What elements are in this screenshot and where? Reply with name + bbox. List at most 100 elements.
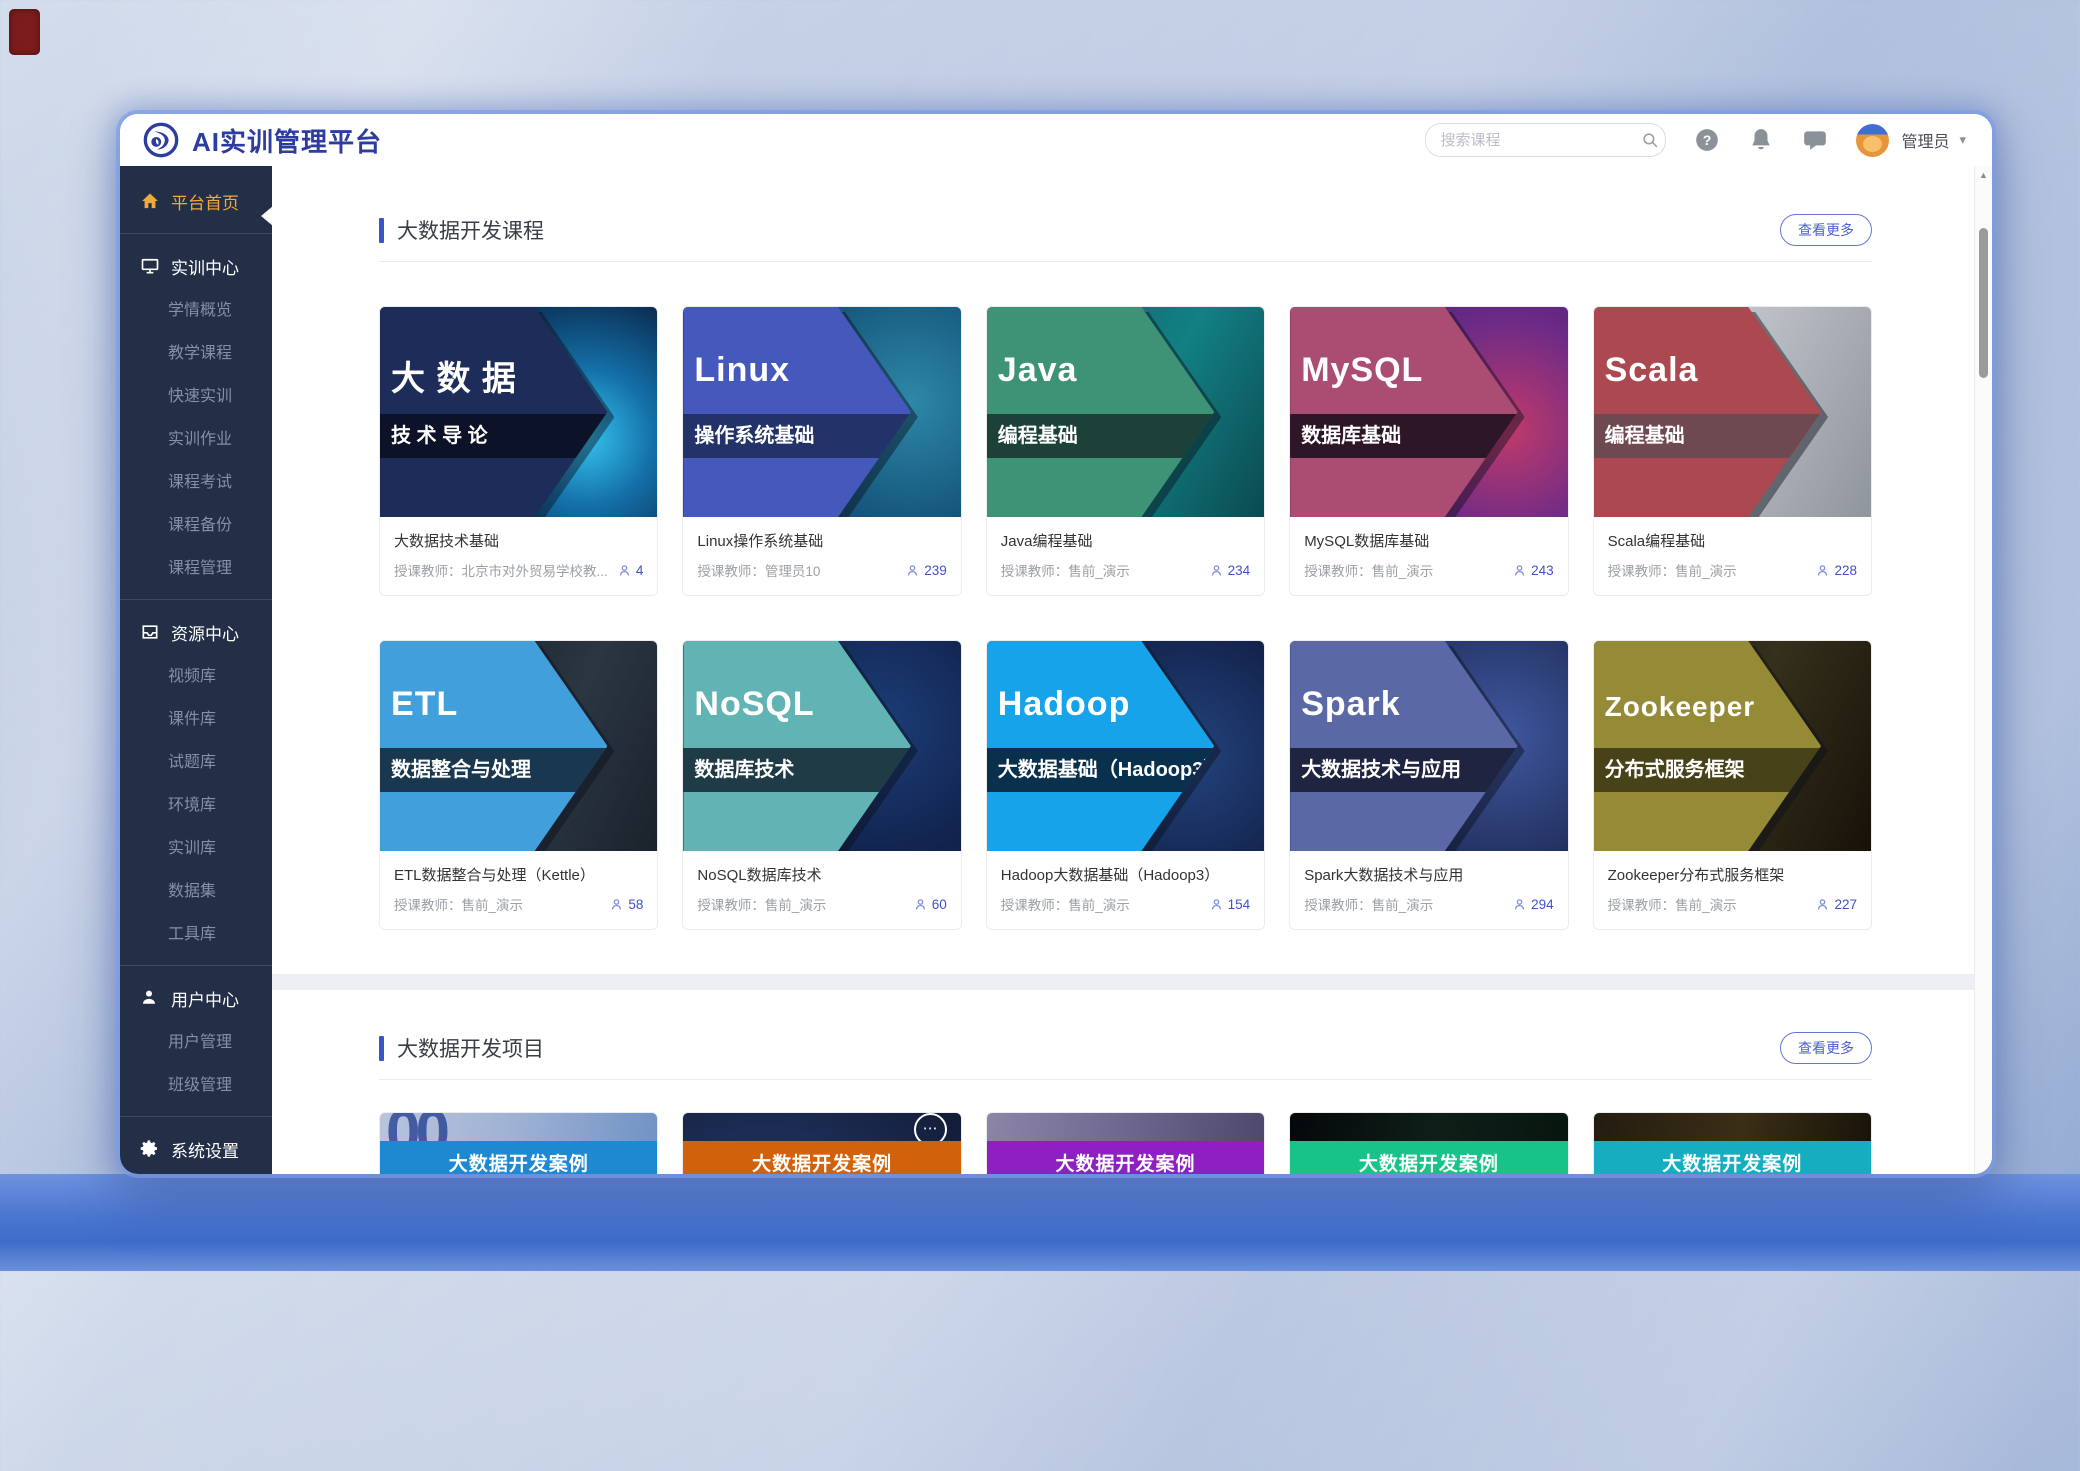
course-card[interactable]: Linux 操作系统基础 Linux操作系统基础 授课教师：管理员10 239 [682, 306, 961, 596]
course-thumbnail: NoSQL 数据库技术 [683, 641, 960, 851]
search-icon[interactable] [1641, 131, 1660, 150]
sidebar-subitem[interactable]: 教学课程 [120, 332, 272, 375]
course-thumbnail: Spark 大数据技术与应用 [1290, 641, 1567, 851]
user-avatar[interactable] [1856, 124, 1889, 157]
course-title: Hadoop大数据基础（Hadoop3） [1001, 864, 1250, 885]
sidebar-item-user[interactable]: 用户中心 [120, 975, 272, 1021]
student-count: 154 [1228, 897, 1251, 912]
desktop-icon[interactable] [9, 9, 40, 55]
course-teacher: 授课教师：售前_演示 [697, 894, 904, 914]
search-input[interactable] [1438, 131, 1641, 150]
student-count: 4 [636, 563, 644, 578]
help-icon[interactable]: ? [1694, 127, 1720, 153]
sidebar-subitem[interactable]: 实训作业 [120, 418, 272, 461]
thumbnail-arrow-shape: Spark 大数据技术与应用 [1290, 641, 1517, 851]
sidebar-divider [120, 233, 272, 234]
sidebar-subitem[interactable]: 快速实训 [120, 375, 272, 418]
notification-bell-icon[interactable] [1748, 127, 1774, 153]
course-card[interactable]: MySQL 数据库基础 MySQL数据库基础 授课教师：售前_演示 243 [1289, 306, 1568, 596]
project-card[interactable]: 大数据开发案例 [986, 1112, 1265, 1174]
sidebar-subitem[interactable]: 环境库 [120, 784, 272, 827]
course-thumbnail: Java 编程基础 [987, 307, 1264, 517]
message-chat-icon[interactable] [1802, 127, 1828, 153]
sidebar-subitem[interactable]: 实训库 [120, 827, 272, 870]
sidebar-divider [120, 1116, 272, 1117]
student-count: 294 [1531, 897, 1554, 912]
scrollbar-thumb[interactable] [1979, 228, 1988, 378]
section-divider [379, 1079, 1872, 1080]
thumbnail-arrow-shape: 大 数 据 技 术 导 论 [380, 307, 607, 517]
project-card[interactable]: 00 大数据开发案例 [379, 1112, 658, 1174]
sidebar-subitem[interactable]: 班级管理 [120, 1064, 272, 1107]
course-card[interactable]: ETL 数据整合与处理 ETL数据整合与处理（Kettle） 授课教师：售前_演… [379, 640, 658, 930]
course-card[interactable]: Hadoop 大数据基础（Hadoop3） Hadoop大数据基础（Hadoop… [986, 640, 1265, 930]
course-thumbnail: Zookeeper 分布式服务框架 [1594, 641, 1871, 851]
sidebar-subitem[interactable]: 用户管理 [120, 1021, 272, 1064]
course-card[interactable]: 大 数 据 技 术 导 论 大数据技术基础 授课教师：北京市对外贸易学校教...… [379, 306, 658, 596]
section-title-bar [379, 1036, 384, 1061]
project-thumbnail: 大数据开发案例 [1594, 1113, 1871, 1174]
project-thumbnail: ⋯ 大数据开发案例 [683, 1113, 960, 1174]
chevron-down-icon[interactable]: ▾ [1959, 132, 1966, 148]
student-count-icon [905, 563, 920, 578]
course-title: Zookeeper分布式服务框架 [1608, 864, 1857, 885]
course-teacher: 授课教师：管理员10 [697, 560, 897, 580]
sidebar-item-box[interactable]: 资源中心 [120, 609, 272, 655]
section-title: 大数据开发课程 [397, 215, 544, 245]
sidebar-item-gear[interactable]: 系统设置 [120, 1126, 272, 1172]
project-card[interactable]: 大数据开发案例 [1289, 1112, 1568, 1174]
course-teacher: 授课教师：售前_演示 [1304, 560, 1504, 580]
student-count-icon [1815, 563, 1830, 578]
course-card[interactable]: Java 编程基础 Java编程基础 授课教师：售前_演示 234 [986, 306, 1265, 596]
user-name[interactable]: 管理员 [1901, 128, 1949, 152]
scrollbar[interactable]: ▲ [1974, 166, 1992, 1174]
project-card[interactable]: 大数据开发案例 [1593, 1112, 1872, 1174]
project-banner-label: 大数据开发案例 [380, 1141, 657, 1174]
sidebar-subitem[interactable]: 数据集 [120, 870, 272, 913]
section-courses: 大数据开发课程 查看更多 大 数 据 技 术 导 论 大数据技术基础 授课教师：… [272, 166, 1992, 974]
project-card[interactable]: ⋯ 大数据开发案例 [682, 1112, 961, 1174]
thumbnail-arrow-shape: Hadoop 大数据基础（Hadoop3） [987, 641, 1214, 851]
sidebar-subitem[interactable]: 课程考试 [120, 461, 272, 504]
course-title: Java编程基础 [1001, 530, 1250, 551]
student-count-icon [1512, 897, 1527, 912]
thumbnail-arrow-shape: Zookeeper 分布式服务框架 [1594, 641, 1821, 851]
scrollbar-up-arrow-icon[interactable]: ▲ [1975, 170, 1992, 180]
view-more-projects-button[interactable]: 查看更多 [1780, 1032, 1872, 1064]
course-card[interactable]: Zookeeper 分布式服务框架 Zookeeper分布式服务框架 授课教师：… [1593, 640, 1872, 930]
thumbnail-title: Java [998, 351, 1078, 390]
sidebar-subitem[interactable]: 工具库 [120, 913, 272, 956]
course-card[interactable]: Scala 编程基础 Scala编程基础 授课教师：售前_演示 228 [1593, 306, 1872, 596]
main-content: 大数据开发课程 查看更多 大 数 据 技 术 导 论 大数据技术基础 授课教师：… [272, 166, 1992, 1174]
view-more-courses-button[interactable]: 查看更多 [1780, 214, 1872, 246]
section-divider [379, 261, 1872, 262]
student-count: 60 [932, 897, 947, 912]
project-thumbnail: 00 大数据开发案例 [380, 1113, 657, 1174]
course-thumbnail: Linux 操作系统基础 [683, 307, 960, 517]
search-box [1425, 123, 1666, 157]
sidebar-divider [120, 599, 272, 600]
thumbnail-subtitle: 数据库基础 [1290, 414, 1517, 458]
sidebar-subitem[interactable]: 课件库 [120, 698, 272, 741]
course-teacher: 授课教师：售前_演示 [1608, 560, 1808, 580]
course-thumbnail: ETL 数据整合与处理 [380, 641, 657, 851]
project-thumbnail: 大数据开发案例 [987, 1113, 1264, 1174]
course-title: ETL数据整合与处理（Kettle） [394, 864, 643, 885]
student-count-icon [1209, 897, 1224, 912]
thumbnail-subtitle: 技 术 导 论 [380, 414, 607, 458]
sidebar-subitem[interactable]: 视频库 [120, 655, 272, 698]
student-count: 234 [1228, 563, 1251, 578]
home-icon [140, 191, 160, 211]
thumbnail-title: ETL [391, 685, 458, 724]
sidebar-subitem[interactable]: 课程备份 [120, 504, 272, 547]
course-card[interactable]: Spark 大数据技术与应用 Spark大数据技术与应用 授课教师：售前_演示 … [1289, 640, 1568, 930]
course-thumbnail: Hadoop 大数据基础（Hadoop3） [987, 641, 1264, 851]
course-card[interactable]: NoSQL 数据库技术 NoSQL数据库技术 授课教师：售前_演示 60 [682, 640, 961, 930]
project-banner-label: 大数据开发案例 [1594, 1141, 1871, 1174]
sidebar-subitem[interactable]: 课程管理 [120, 547, 272, 590]
sidebar-item-monitor[interactable]: 实训中心 [120, 243, 272, 289]
sidebar-subitem[interactable]: 学情概览 [120, 289, 272, 332]
thumbnail-title: Spark [1301, 685, 1401, 724]
sidebar-item-home[interactable]: 平台首页 [120, 178, 272, 224]
sidebar-subitem[interactable]: 试题库 [120, 741, 272, 784]
